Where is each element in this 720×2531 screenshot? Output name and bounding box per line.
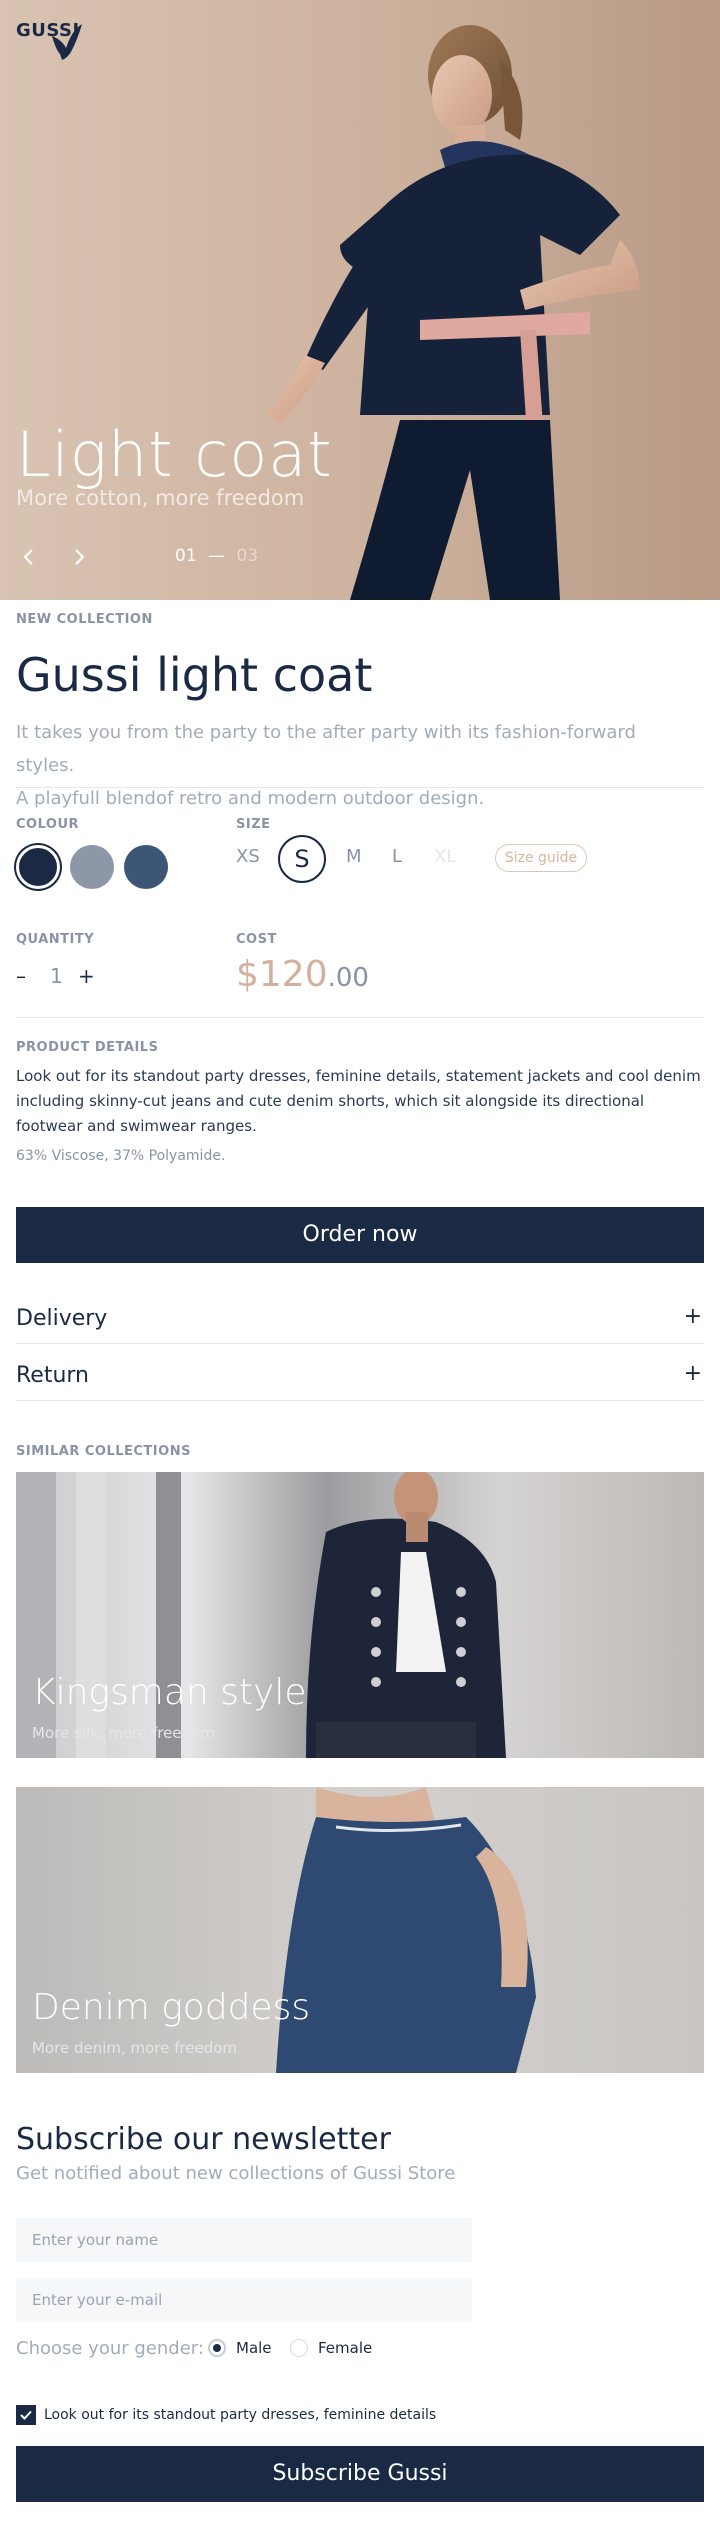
cost-label: COST (236, 932, 277, 947)
size-label: SIZE (236, 817, 271, 832)
hero-title: Light coat (16, 418, 333, 491)
product-title: Gussi light coat (16, 648, 373, 702)
name-input[interactable] (16, 2218, 472, 2262)
colour-label: COLOUR (16, 817, 80, 832)
size-option-m[interactable]: M (346, 846, 362, 867)
collection-card-title: Kingsman style (32, 1672, 307, 1713)
colour-swatch-slate[interactable] (124, 845, 168, 889)
quantity-decrease-button[interactable]: – (16, 964, 26, 988)
colour-swatch-grey[interactable] (70, 845, 114, 889)
hero-subtitle: More cotton, more freedom (16, 486, 305, 510)
newsletter-checkbox[interactable] (16, 2405, 36, 2425)
quantity-increase-button[interactable]: + (78, 964, 95, 988)
collection-card-denim[interactable]: Denim goddess More denim, more freedom (16, 1787, 704, 2073)
bird-logo-icon (52, 24, 82, 60)
collection-card-image (276, 1787, 536, 2073)
plus-icon: + (683, 1304, 702, 1329)
newsletter-checkbox-label: Look out for its standout party dresses,… (44, 2407, 437, 2423)
price: $120.00 (236, 954, 369, 995)
gender-label-male: Male (236, 2339, 272, 2357)
gender-label-female: Female (318, 2339, 373, 2357)
product-details-label: PRODUCT DETAILS (16, 1040, 159, 1055)
check-icon (20, 2410, 32, 2420)
order-now-button[interactable]: Order now (16, 1207, 704, 1263)
price-cents: .00 (327, 963, 369, 993)
product-description: It takes you from the party to the after… (16, 716, 696, 815)
collection-label: NEW COLLECTION (16, 612, 153, 627)
divider (16, 1017, 704, 1018)
email-input[interactable] (16, 2278, 472, 2322)
divider (16, 787, 704, 788)
product-description-line-1: It takes you from the party to the after… (16, 722, 636, 776)
product-material: 63% Viscose, 37% Polyamide. (16, 1148, 226, 1164)
hero-model-image (265, 25, 640, 600)
size-guide-button[interactable]: Size guide (495, 844, 587, 872)
product-details-text: Look out for its standout party dresses,… (16, 1067, 701, 1135)
slide-current: 01 (175, 546, 197, 566)
newsletter-subtitle: Get notified about new collections of Gu… (16, 2163, 456, 2184)
collection-card-subtitle: More denim, more freedom (32, 2039, 238, 2057)
hero-slider: GUSSI Light coat More cotton, more freed… (0, 0, 720, 600)
size-option-xl: XL (434, 846, 457, 867)
gender-label: Choose your gender: (16, 2338, 204, 2359)
similar-collections-label: SIMILAR COLLECTIONS (16, 1444, 191, 1459)
slide-separator: — (208, 546, 226, 566)
gender-radio-male[interactable] (208, 2339, 226, 2357)
collection-card-image (16, 1472, 506, 1758)
collection-card-subtitle: More silk, more freedom (32, 1724, 215, 1742)
slide-pager: 01 — 03 (175, 546, 258, 566)
size-option-l[interactable]: L (392, 846, 402, 867)
gender-radio-female[interactable] (290, 2339, 308, 2357)
size-option-s[interactable]: S (278, 835, 326, 883)
collection-card-kingsman[interactable]: Kingsman style More silk, more freedom (16, 1472, 704, 1758)
newsletter-title: Subscribe our newsletter (16, 2122, 391, 2157)
quantity-value: 1 (50, 964, 63, 988)
chevron-left-icon[interactable] (16, 542, 42, 572)
collection-card-title: Denim goddess (32, 1987, 311, 2028)
chevron-right-icon[interactable] (66, 542, 92, 572)
quantity-label: QUANTITY (16, 932, 95, 947)
plus-icon: + (683, 1361, 702, 1386)
price-main: $120 (236, 954, 328, 995)
divider (16, 1400, 704, 1401)
slide-total: 03 (236, 546, 259, 566)
accordion-title: Delivery (16, 1306, 108, 1331)
colour-swatch-navy[interactable] (16, 845, 60, 889)
divider (16, 1343, 704, 1344)
accordion-delivery[interactable]: Delivery + (16, 1300, 704, 1340)
accordion-title: Return (16, 1363, 90, 1388)
size-option-xs[interactable]: XS (236, 846, 260, 867)
subscribe-button[interactable]: Subscribe Gussi (16, 2446, 704, 2502)
accordion-return[interactable]: Return + (16, 1357, 704, 1397)
